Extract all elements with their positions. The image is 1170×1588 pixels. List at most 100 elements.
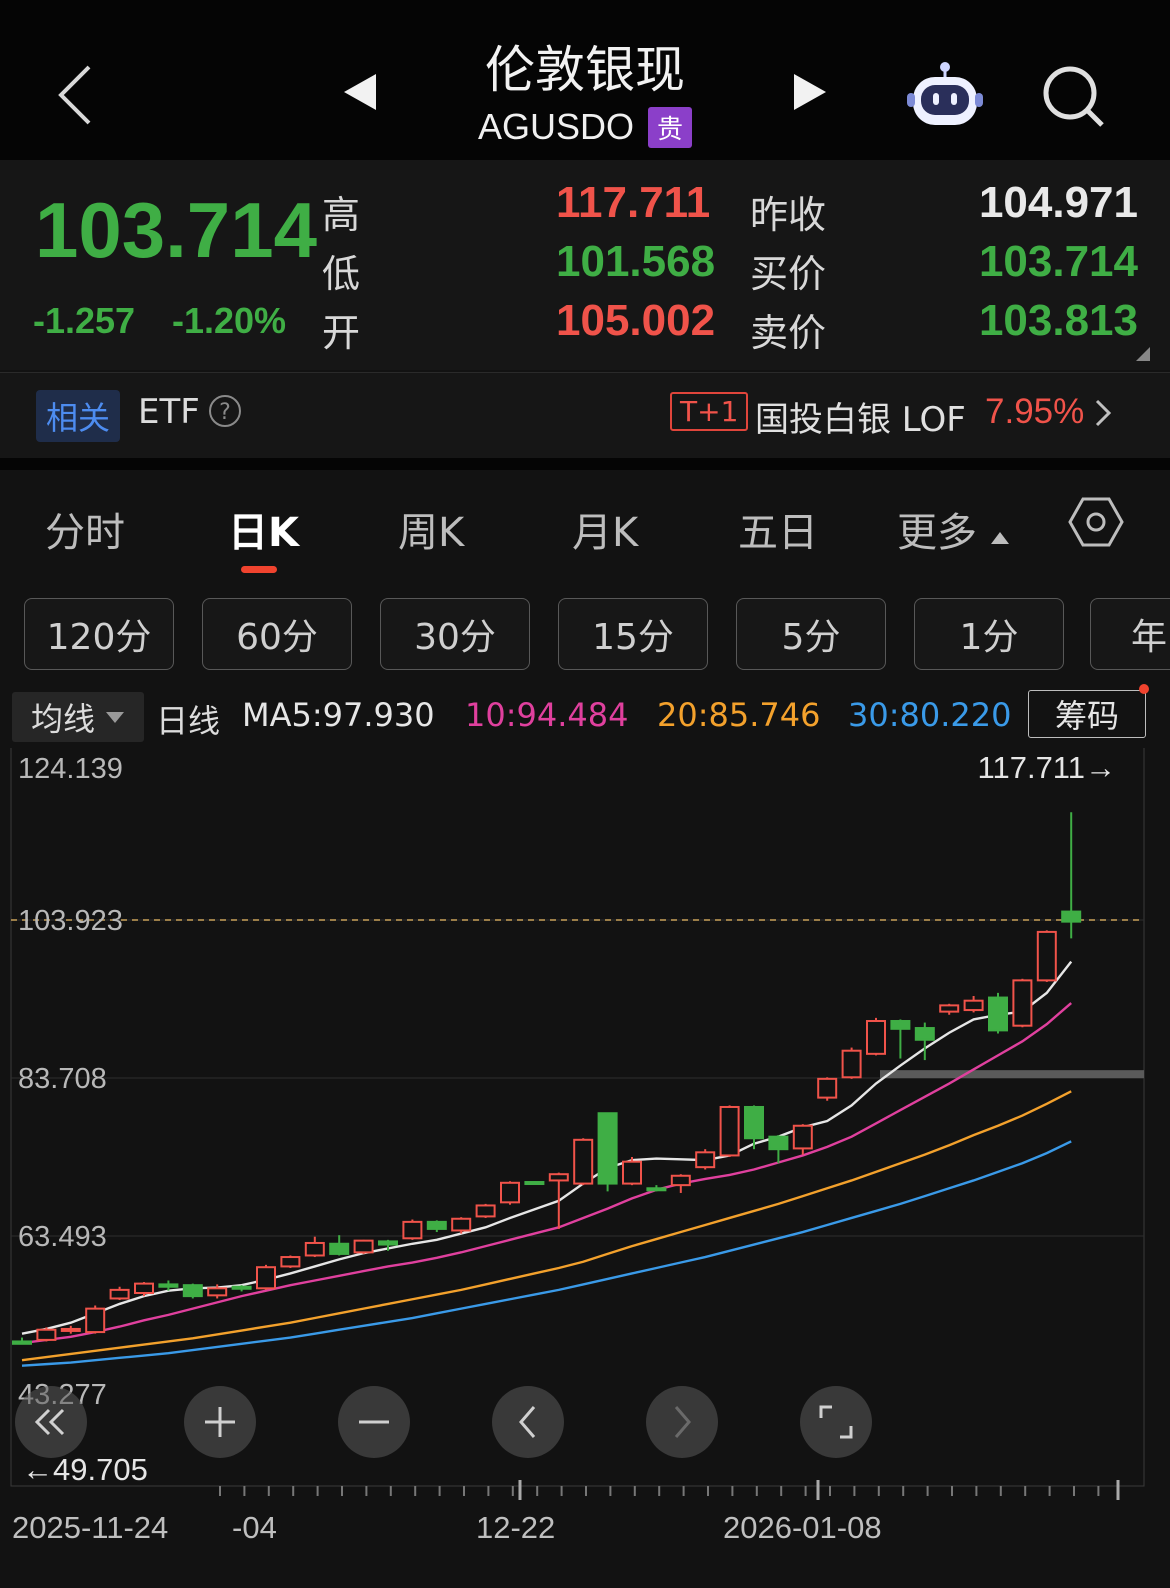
related-tag: 相关 <box>36 390 121 442</box>
prev-instrument-icon[interactable] <box>330 62 390 122</box>
settings-hexagon-icon[interactable] <box>1068 496 1124 552</box>
candle-body <box>719 1105 740 1157</box>
prev-close-label: 昨收 <box>750 193 827 237</box>
candle-body <box>60 1327 81 1332</box>
y-tick-label: 103.923 <box>18 905 123 937</box>
fullscreen-icon <box>819 1405 853 1439</box>
ma10-value: 10:94.484 <box>465 696 629 734</box>
candle-body <box>85 1307 106 1334</box>
candle-body <box>890 1020 911 1030</box>
tab-intraday[interactable]: 分时 <box>45 500 125 558</box>
zoom-out-control[interactable] <box>338 1386 410 1458</box>
candle-body <box>182 1284 203 1298</box>
active-tab-underline <box>241 566 277 573</box>
high-value: 117.711 <box>556 178 711 227</box>
ma5-value: MA5:97.930 <box>242 696 435 734</box>
notification-dot <box>1139 684 1149 694</box>
search-icon[interactable] <box>1035 58 1111 134</box>
symbol-code: AGUSDO <box>477 106 634 147</box>
candle-body <box>451 1217 472 1232</box>
rewind-control[interactable] <box>15 1386 87 1458</box>
chevron-right-icon[interactable] <box>1094 398 1112 432</box>
interval-15min[interactable]: 15分 <box>558 598 708 670</box>
ma5-line <box>21 960 1073 1335</box>
tab-more[interactable]: 更多 <box>897 500 1010 558</box>
ask-value: 103.813 <box>978 296 1138 345</box>
candle-body <box>866 1020 886 1055</box>
candle-body <box>256 1266 276 1290</box>
candle-body <box>939 1004 960 1013</box>
open-label: 开 <box>322 311 361 355</box>
last-price: 103.714 <box>35 186 317 274</box>
ask-label: 卖价 <box>750 311 827 355</box>
interval-year[interactable]: 年 <box>1090 598 1170 670</box>
open-value: 105.002 <box>556 296 716 345</box>
y-tick-label: 83.708 <box>18 1063 107 1095</box>
candle-body <box>792 1124 813 1150</box>
candle-body <box>402 1220 423 1240</box>
tab-weekly-k[interactable]: 周K <box>398 500 464 558</box>
candle-body <box>280 1256 301 1268</box>
candle-body <box>378 1240 398 1246</box>
ma30-line <box>21 1140 1072 1367</box>
candle-body <box>988 996 1008 1032</box>
pan-left-control[interactable] <box>492 1386 564 1458</box>
interval-60min[interactable]: 60分 <box>202 598 352 670</box>
pan-right-control[interactable] <box>646 1386 718 1458</box>
interval-1min[interactable]: 1分 <box>914 598 1064 670</box>
interval-30min[interactable]: 30分 <box>380 598 530 670</box>
tab-daily-k[interactable]: 日K <box>228 500 299 558</box>
candle-body <box>426 1220 447 1230</box>
etf-label: ETF <box>138 392 200 432</box>
candle-body <box>646 1187 667 1192</box>
candle-body <box>841 1049 862 1079</box>
candle-body <box>548 1173 569 1182</box>
dropdown-caret-icon <box>106 712 124 723</box>
zoom-in-control[interactable] <box>184 1386 256 1458</box>
candle-body <box>695 1151 716 1169</box>
tab-monthly-k[interactable]: 月K <box>572 500 638 558</box>
candle-body <box>207 1287 228 1297</box>
ma20-value: 20:85.746 <box>657 696 821 734</box>
candle-body <box>1036 930 1057 982</box>
chip-level-bar <box>880 1070 1144 1079</box>
double-chevron-left-icon <box>34 1408 65 1436</box>
prev-close-value: 104.971 <box>978 178 1138 227</box>
candle-body <box>963 999 984 1012</box>
chart-frame <box>10 748 1145 1487</box>
max-price-marker: 117.711→ <box>978 750 1116 785</box>
kline-chart[interactable]: 124.139103.92383.70863.49343.277117.711→… <box>0 748 1170 1588</box>
candle-body <box>134 1282 154 1294</box>
candle-body <box>622 1160 642 1185</box>
candle-body <box>158 1283 179 1288</box>
svg-text:?: ? <box>219 400 231 425</box>
next-instrument-icon[interactable] <box>780 62 840 122</box>
ma-selector-label: 均线 <box>30 700 95 738</box>
candle-body <box>670 1174 691 1187</box>
fullscreen-control[interactable] <box>800 1386 872 1458</box>
candle-body <box>1012 979 1033 1027</box>
back-icon[interactable] <box>40 55 110 135</box>
candle-body <box>744 1105 764 1140</box>
interval-5min[interactable]: 5分 <box>736 598 886 670</box>
ma-selector[interactable]: 均线 <box>12 692 144 742</box>
tab-five-day[interactable]: 五日 <box>738 500 818 558</box>
candle-body <box>12 1340 32 1345</box>
robot-assistant-icon[interactable] <box>905 55 985 135</box>
candle-body <box>1061 910 1082 923</box>
candle-body <box>597 1112 618 1185</box>
x-tick-label: 2026-01-08 <box>723 1510 882 1545</box>
high-label: 高 <box>322 193 361 237</box>
candle-body <box>329 1242 350 1255</box>
help-icon[interactable]: ? <box>208 394 242 432</box>
chip-distribution-button[interactable]: 筹码 <box>1028 690 1146 738</box>
candle-body <box>817 1077 838 1099</box>
low-label: 低 <box>322 252 361 296</box>
ma30-value: 30:80.220 <box>848 696 1012 734</box>
candle-body <box>768 1135 789 1151</box>
expand-corner-icon[interactable] <box>1136 346 1150 365</box>
interval-120min[interactable]: 120分 <box>24 598 174 670</box>
category-badge: 贵 <box>648 106 693 148</box>
candle-body <box>353 1239 374 1254</box>
y-tick-label: 124.139 <box>18 753 123 785</box>
